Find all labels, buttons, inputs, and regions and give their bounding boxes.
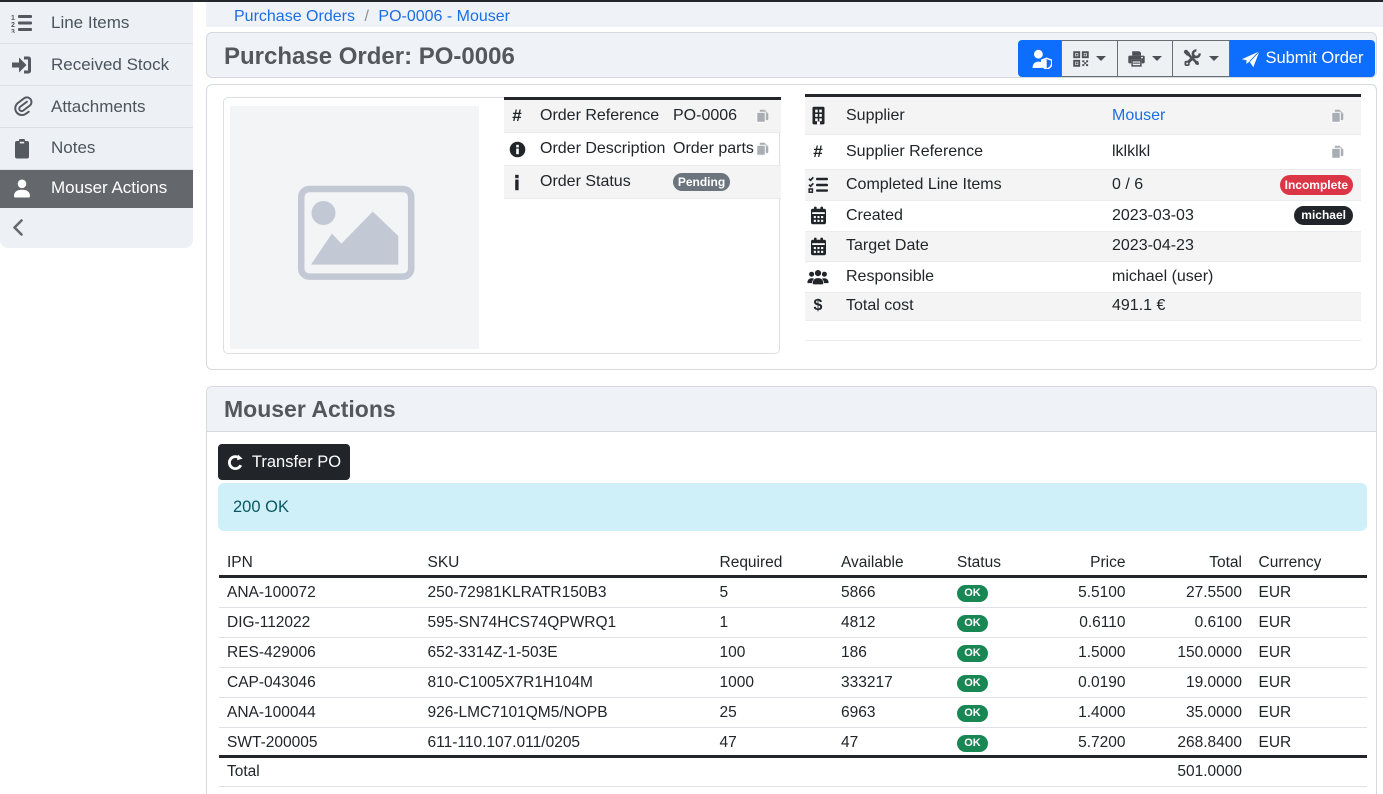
svg-text:3: 3 (11, 29, 15, 33)
svg-text:1: 1 (11, 15, 15, 22)
svg-text:2: 2 (11, 22, 15, 29)
